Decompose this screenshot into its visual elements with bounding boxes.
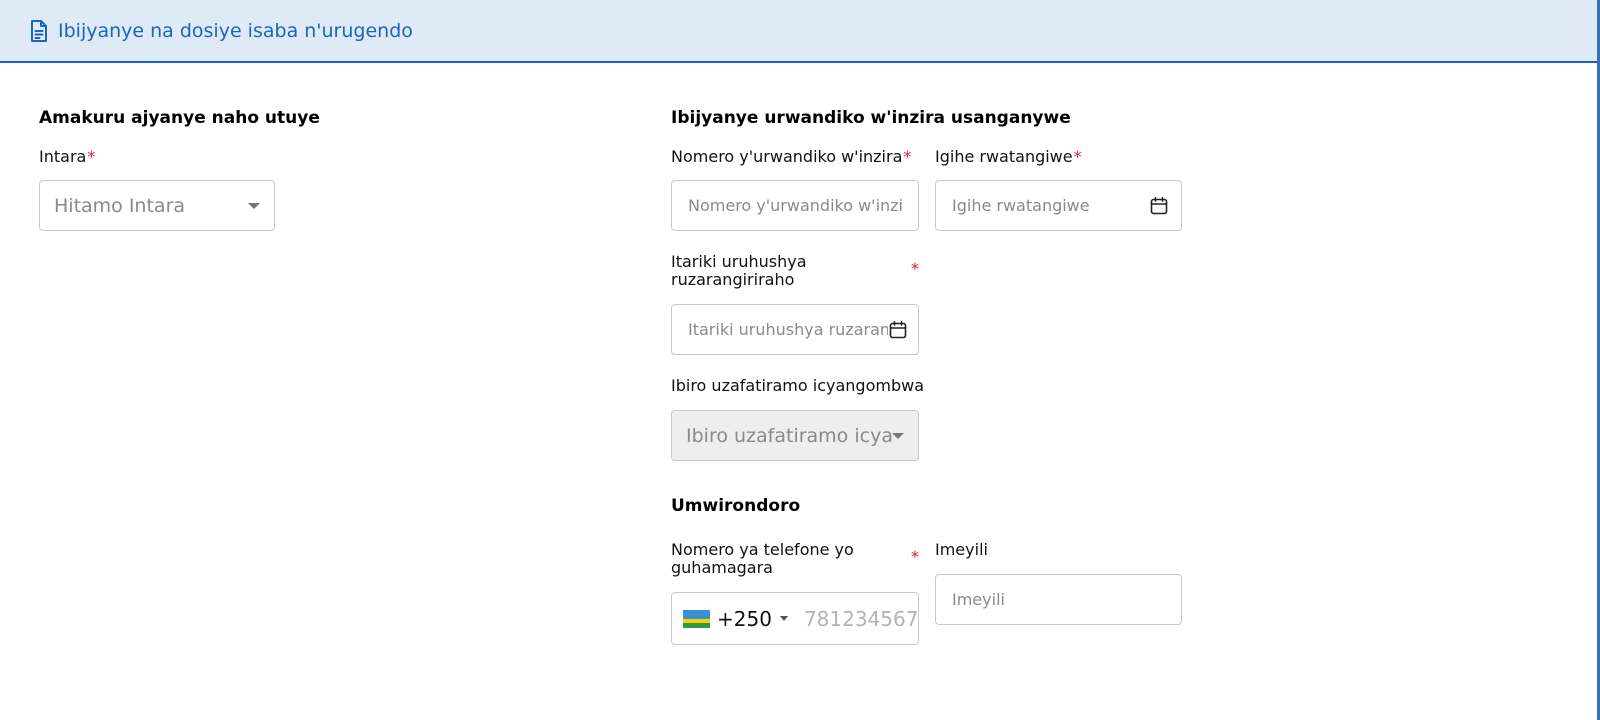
calendar-icon[interactable] [1149,196,1169,216]
header-title: Ibijyanye na dosiye isaba n'urugendo [58,19,413,42]
phone-placeholder: 781234567 [803,606,918,631]
expiry-date-label: Itariki uruhushya ruzarangiriraho [671,252,807,289]
pickup-office-label: Ibiro uzafatiramo icyangombwa [671,376,924,395]
document-icon [28,19,50,43]
issue-date-input[interactable]: Igihe rwatangiwe [935,180,1182,231]
email-label: Imeyili [935,540,988,559]
email-input[interactable]: Imeyili [935,574,1182,625]
province-label: Intara* [39,147,96,166]
required-mark: * [87,147,96,166]
email-placeholder: Imeyili [952,590,1005,609]
pickup-office-placeholder: Ibiro uzafatiramo icyangombwa [686,424,892,447]
required-mark: * [1073,147,1082,166]
section-header: Ibijyanye na dosiye isaba n'urugendo [0,0,1597,63]
contact-section-title: Umwirondoro [671,496,801,516]
country-dropdown-caret-icon[interactable] [779,616,788,621]
province-placeholder: Hitamo Intara [54,194,186,217]
expiry-date-input[interactable]: Itariki uruhushya ruzarangiriraho [671,304,919,355]
rwanda-flag-icon [683,609,710,628]
pickup-office-select[interactable]: Ibiro uzafatiramo icyangombwa [671,410,919,461]
passport-number-input[interactable]: Nomero y'urwandiko w'inzira [671,180,919,231]
issue-date-label: Igihe rwatangiwe* [935,147,1082,166]
province-select[interactable]: Hitamo Intara [39,180,275,231]
calendar-icon[interactable] [888,320,908,340]
passport-number-placeholder: Nomero y'urwandiko w'inzira [688,196,904,215]
required-mark: * [911,259,919,278]
dial-code: +250 [717,606,772,631]
passport-section-title: Ibijyanye urwandiko w'inzira usanganywe [671,108,1071,128]
required-mark: * [903,147,912,166]
phone-input[interactable]: +250 781234567 [671,592,919,645]
passport-number-label: Nomero y'urwandiko w'inzira* [671,147,912,166]
chevron-down-icon [248,202,260,209]
residence-section-title: Amakuru ajyanye naho utuye [39,108,320,128]
issue-date-placeholder: Igihe rwatangiwe [952,196,1090,215]
required-mark: * [911,547,919,566]
chevron-down-icon [892,432,904,439]
phone-label: Nomero ya telefone yo guhamagara [671,540,854,577]
expiry-date-placeholder: Itariki uruhushya ruzarangiriraho [688,320,888,339]
